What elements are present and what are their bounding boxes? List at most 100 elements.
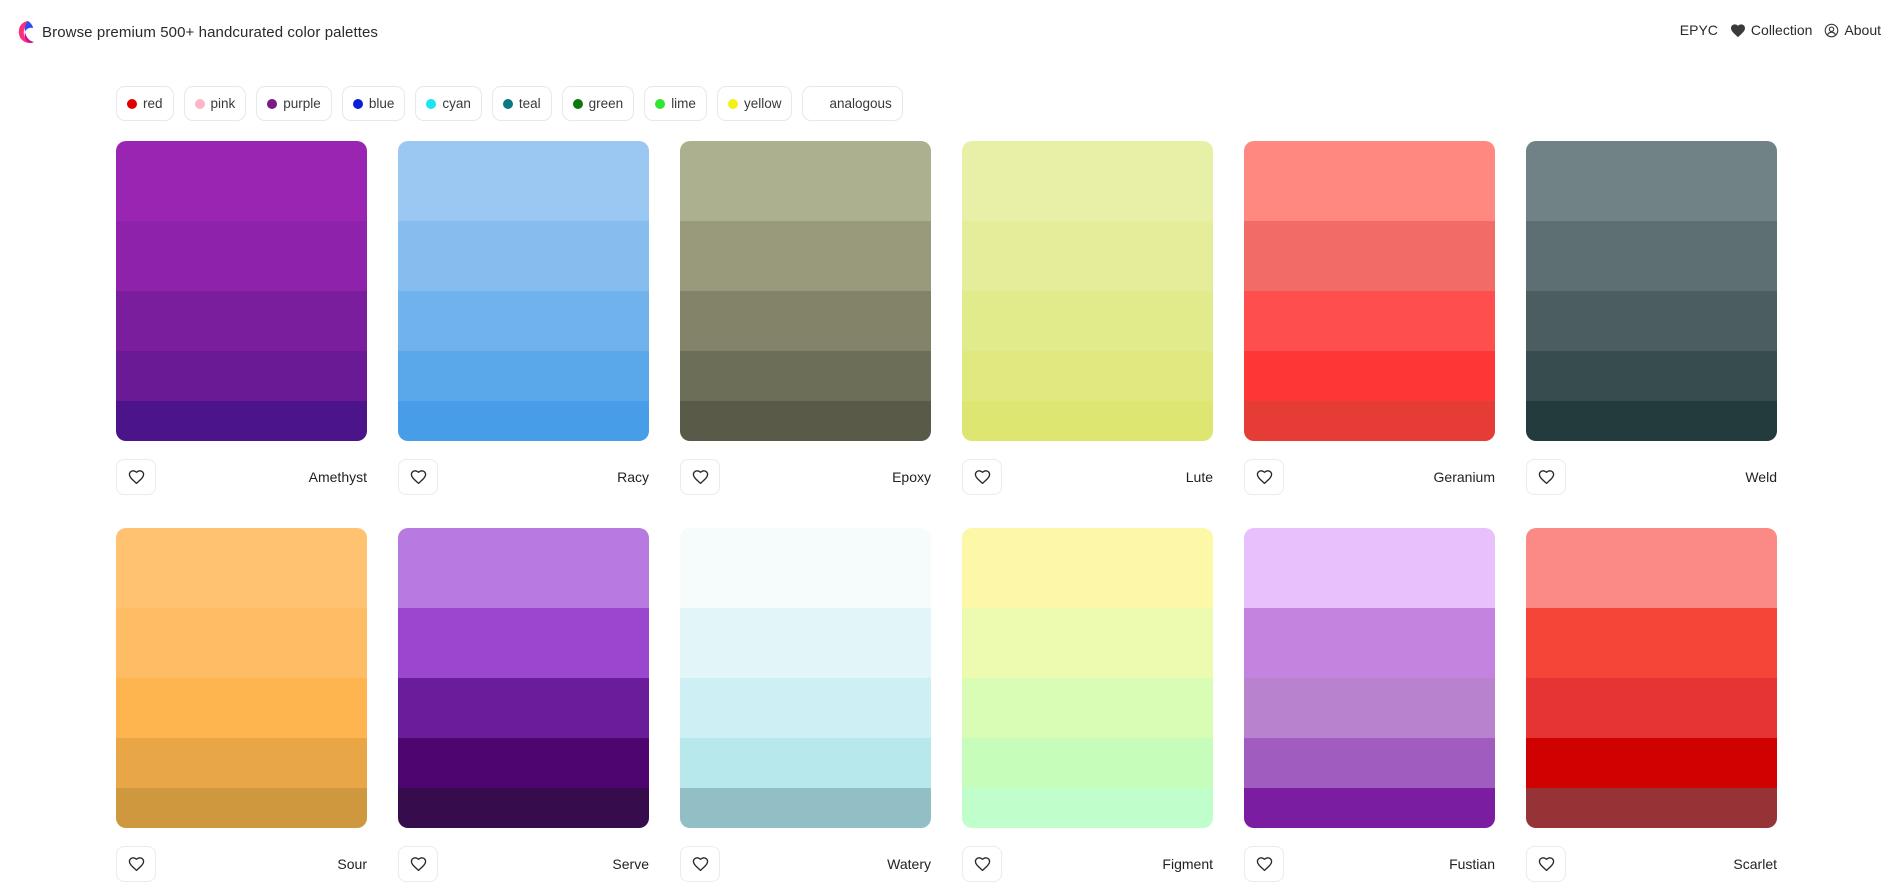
color-swatch[interactable] [962, 221, 1213, 291]
color-swatch[interactable] [116, 608, 367, 678]
like-button[interactable] [1244, 459, 1284, 495]
filter-chip-lime[interactable]: lime [644, 86, 707, 121]
color-swatch[interactable] [398, 291, 649, 351]
color-swatch[interactable] [116, 351, 367, 401]
color-swatch[interactable] [398, 221, 649, 291]
like-button[interactable] [1526, 846, 1566, 882]
color-swatch[interactable] [1526, 528, 1777, 608]
color-swatch[interactable] [1244, 351, 1495, 401]
color-swatch[interactable] [116, 401, 367, 441]
color-swatch[interactable] [1244, 141, 1495, 221]
palette-swatches[interactable] [398, 528, 649, 828]
color-swatch[interactable] [962, 141, 1213, 221]
color-swatch[interactable] [116, 291, 367, 351]
color-swatch[interactable] [1526, 608, 1777, 678]
color-dot-icon [426, 98, 437, 109]
color-swatch[interactable] [962, 351, 1213, 401]
filter-chip-analogous[interactable]: analogous [802, 86, 903, 121]
color-swatch[interactable] [116, 738, 367, 788]
brand[interactable]: Browse premium 500+ handcurated color pa… [16, 19, 378, 45]
color-swatch[interactable] [398, 788, 649, 828]
like-button[interactable] [680, 846, 720, 882]
color-swatch[interactable] [116, 141, 367, 221]
color-swatch[interactable] [680, 738, 931, 788]
color-swatch[interactable] [116, 528, 367, 608]
filter-chip-cyan[interactable]: cyan [415, 86, 482, 121]
palette-swatches[interactable] [116, 141, 367, 441]
color-swatch[interactable] [1526, 738, 1777, 788]
like-button[interactable] [398, 846, 438, 882]
palette-swatches[interactable] [398, 141, 649, 441]
color-swatch[interactable] [1244, 678, 1495, 738]
filter-chip-purple[interactable]: purple [256, 86, 332, 121]
color-swatch[interactable] [1244, 401, 1495, 441]
color-swatch[interactable] [1244, 608, 1495, 678]
like-button[interactable] [1526, 459, 1566, 495]
color-swatch[interactable] [1526, 291, 1777, 351]
like-button[interactable] [116, 459, 156, 495]
palette-swatches[interactable] [1244, 141, 1495, 441]
color-swatch[interactable] [962, 738, 1213, 788]
color-swatch[interactable] [1526, 401, 1777, 441]
color-swatch[interactable] [962, 678, 1213, 738]
color-swatch[interactable] [680, 608, 931, 678]
color-swatch[interactable] [116, 221, 367, 291]
color-swatch[interactable] [680, 351, 931, 401]
like-button[interactable] [1244, 846, 1284, 882]
palette-swatches[interactable] [680, 141, 931, 441]
color-swatch[interactable] [962, 401, 1213, 441]
like-button[interactable] [398, 459, 438, 495]
color-swatch[interactable] [116, 678, 367, 738]
color-swatch[interactable] [1526, 221, 1777, 291]
palette-swatches[interactable] [962, 528, 1213, 828]
color-swatch[interactable] [1526, 678, 1777, 738]
filter-chip-pink[interactable]: pink [183, 86, 247, 121]
color-swatch[interactable] [962, 788, 1213, 828]
color-swatch[interactable] [1244, 528, 1495, 608]
color-swatch[interactable] [962, 528, 1213, 608]
nav-collection[interactable]: Collection [1730, 22, 1812, 38]
filter-chip-teal[interactable]: teal [491, 86, 552, 121]
color-swatch[interactable] [962, 291, 1213, 351]
palette-swatches[interactable] [1526, 141, 1777, 441]
nav-about[interactable]: About [1824, 22, 1881, 38]
color-swatch[interactable] [1526, 141, 1777, 221]
palette-swatches[interactable] [680, 528, 931, 828]
color-swatch[interactable] [1244, 221, 1495, 291]
color-swatch[interactable] [680, 291, 931, 351]
color-swatch[interactable] [680, 141, 931, 221]
color-swatch[interactable] [1244, 788, 1495, 828]
like-button[interactable] [962, 459, 1002, 495]
color-swatch[interactable] [398, 351, 649, 401]
color-swatch[interactable] [398, 608, 649, 678]
color-swatch[interactable] [1244, 738, 1495, 788]
palette-swatches[interactable] [116, 528, 367, 828]
like-button[interactable] [680, 459, 720, 495]
color-swatch[interactable] [398, 528, 649, 608]
color-swatch[interactable] [680, 528, 931, 608]
palette-swatches[interactable] [1244, 528, 1495, 828]
color-swatch[interactable] [116, 788, 367, 828]
like-button[interactable] [962, 846, 1002, 882]
nav-epyc[interactable]: EPYC [1680, 22, 1718, 38]
color-swatch[interactable] [1526, 351, 1777, 401]
palette-swatches[interactable] [1526, 528, 1777, 828]
like-button[interactable] [116, 846, 156, 882]
color-swatch[interactable] [1526, 788, 1777, 828]
palette-swatches[interactable] [962, 141, 1213, 441]
palette-footer: Weld [1526, 452, 1777, 502]
filter-chip-red[interactable]: red [116, 86, 174, 121]
color-swatch[interactable] [1244, 291, 1495, 351]
filter-chip-green[interactable]: green [561, 86, 635, 121]
filter-chip-yellow[interactable]: yellow [716, 86, 793, 121]
color-swatch[interactable] [398, 738, 649, 788]
color-swatch[interactable] [680, 221, 931, 291]
color-swatch[interactable] [398, 141, 649, 221]
color-swatch[interactable] [680, 678, 931, 738]
color-swatch[interactable] [680, 788, 931, 828]
color-swatch[interactable] [680, 401, 931, 441]
color-swatch[interactable] [398, 678, 649, 738]
color-swatch[interactable] [398, 401, 649, 441]
color-swatch[interactable] [962, 608, 1213, 678]
filter-chip-blue[interactable]: blue [341, 86, 406, 121]
